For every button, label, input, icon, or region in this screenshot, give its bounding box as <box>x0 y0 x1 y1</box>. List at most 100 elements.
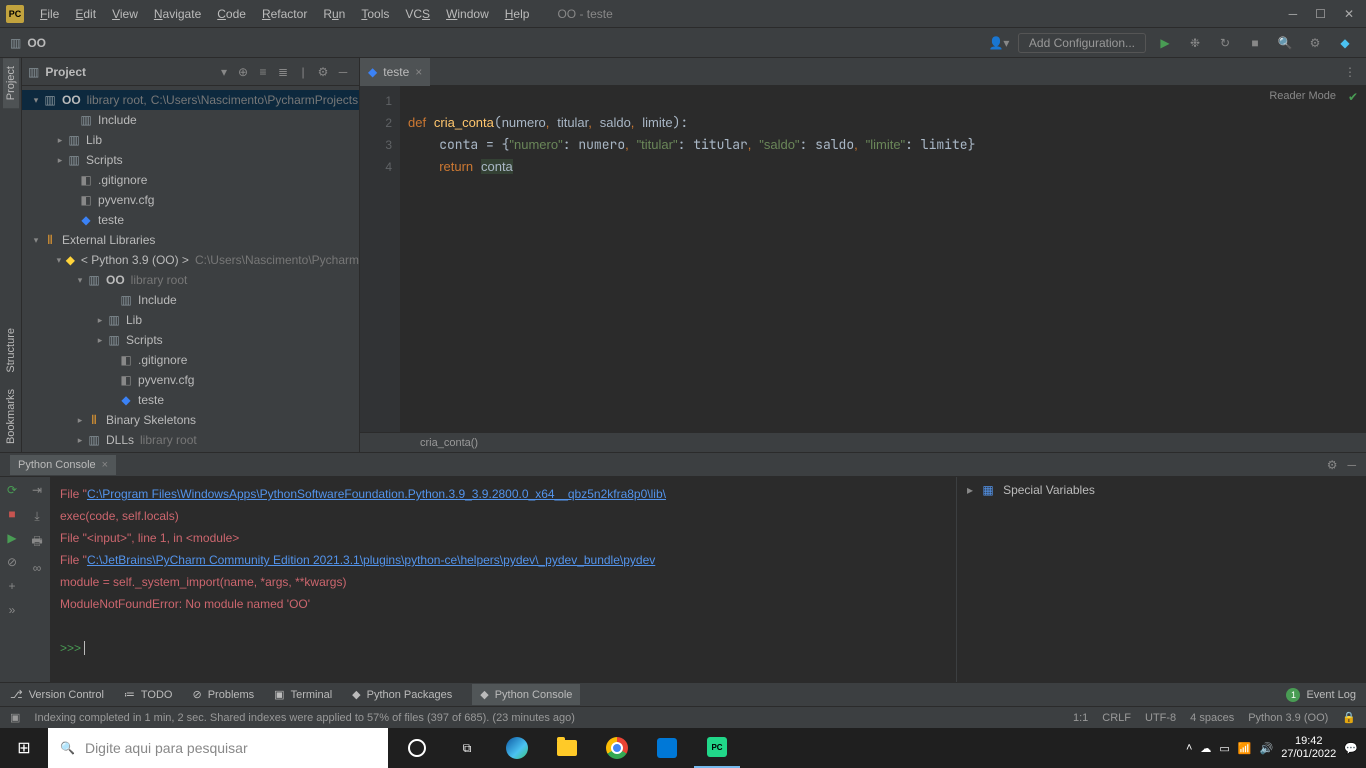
rerun-icon[interactable]: ⟳ <box>3 481 21 499</box>
maximize-button[interactable]: ☐ <box>1315 7 1326 21</box>
locate-icon[interactable]: ⊕ <box>233 65 253 79</box>
tray-chevron-icon[interactable]: ˄ <box>1186 742 1192 754</box>
menu-refactor[interactable]: Refactor <box>254 0 315 28</box>
tree-node-pyvenv[interactable]: ◧pyvenv.cfg <box>22 190 359 210</box>
dropdown-icon[interactable]: ▾ <box>221 65 227 79</box>
tray-battery-icon[interactable]: ▭ <box>1219 742 1229 755</box>
taskbar-search[interactable]: 🔍 Digite aqui para pesquisar <box>48 728 388 768</box>
tree-node-teste2[interactable]: ◆teste <box>22 390 359 410</box>
tree-settings-icon[interactable]: ⚙ <box>313 65 333 79</box>
editor-more-icon[interactable]: ⋮ <box>1344 65 1366 79</box>
new-console-icon[interactable]: + <box>3 577 21 595</box>
console-settings-icon[interactable]: ⚙ <box>1327 458 1338 472</box>
tree-node-scripts[interactable]: ▸▥Scripts <box>22 150 359 170</box>
stop-button[interactable]: ■ <box>1244 32 1266 54</box>
menu-navigate[interactable]: Navigate <box>146 0 209 28</box>
scroll-end-icon[interactable]: ⤓ <box>28 507 46 525</box>
run-button[interactable]: ▶ <box>1154 32 1176 54</box>
vscode-icon[interactable] <box>644 728 690 768</box>
soft-wrap-icon[interactable]: ⇥ <box>28 481 46 499</box>
menu-view[interactable]: View <box>104 0 146 28</box>
status-indent[interactable]: 4 spaces <box>1190 712 1234 724</box>
tree-node-gitignore[interactable]: ◧.gitignore <box>22 170 359 190</box>
tree-node-teste[interactable]: ◆teste <box>22 210 359 230</box>
tree-node-gitignore2[interactable]: ◧.gitignore <box>22 350 359 370</box>
expand-icon[interactable]: ≡ <box>253 65 273 79</box>
tray-volume-icon[interactable]: 🔊 <box>1260 742 1274 755</box>
menu-tools[interactable]: Tools <box>353 0 397 28</box>
tree-python-env[interactable]: ▾◆< Python 3.9 (OO) >C:\Users\Nascimento… <box>22 250 359 270</box>
tree-node-pyvenv2[interactable]: ◧pyvenv.cfg <box>22 370 359 390</box>
stop-icon[interactable]: ■ <box>3 505 21 523</box>
code-area[interactable]: def cria_conta(numero, titular, saldo, l… <box>400 86 1366 432</box>
show-vars-icon[interactable]: ∞ <box>28 559 46 577</box>
code-with-me-icon[interactable]: ◆ <box>1334 32 1356 54</box>
add-configuration-button[interactable]: Add Configuration... <box>1018 33 1146 53</box>
pycharm-taskbar-icon[interactable]: PC <box>694 728 740 768</box>
close-console-tab-icon[interactable]: × <box>102 459 108 471</box>
execute-icon[interactable]: ▶ <box>3 529 21 547</box>
tree-node-include[interactable]: ▥Include <box>22 110 359 130</box>
tab-problems[interactable]: ⊘Problems <box>192 688 254 701</box>
close-button[interactable]: ✕ <box>1344 7 1354 21</box>
chrome-icon[interactable] <box>594 728 640 768</box>
debug-button[interactable]: ❉ <box>1184 32 1206 54</box>
expand-vars-icon[interactable]: ▸ <box>967 483 973 497</box>
tab-event-log[interactable]: Event Log <box>1306 689 1356 701</box>
menu-window[interactable]: Window <box>438 0 497 28</box>
collapse-icon[interactable]: ≣ <box>273 65 293 79</box>
cortana-icon[interactable] <box>394 728 440 768</box>
tree-binary-skeletons[interactable]: ▸⫴Binary Skeletons <box>22 410 359 430</box>
tree-root[interactable]: ▾▥ OO library root, C:\Users\Nascimento\… <box>22 90 359 110</box>
breadcrumb-root[interactable]: OO <box>27 36 46 50</box>
menu-file[interactable]: File <box>32 0 67 28</box>
tool-tab-bookmarks[interactable]: Bookmarks <box>3 381 19 452</box>
editor-tab-teste[interactable]: ◆ teste × <box>360 58 430 86</box>
menu-edit[interactable]: Edit <box>67 0 104 28</box>
hide-panel-icon[interactable]: ─ <box>333 65 353 79</box>
status-line-sep[interactable]: CRLF <box>1102 712 1131 724</box>
tree-node-scripts2[interactable]: ▸▥Scripts <box>22 330 359 350</box>
special-variables-label[interactable]: Special Variables <box>1003 483 1095 497</box>
coverage-button[interactable]: ↻ <box>1214 32 1236 54</box>
status-line-col[interactable]: 1:1 <box>1073 712 1088 724</box>
menu-vcs[interactable]: VCS <box>397 0 438 28</box>
tree-dlls[interactable]: ▸▥DLLslibrary root <box>22 430 359 450</box>
status-encoding[interactable]: UTF-8 <box>1145 712 1176 724</box>
more-icon[interactable]: » <box>3 601 21 619</box>
status-tool-icon[interactable]: ▣ <box>10 711 20 724</box>
tab-python-console[interactable]: ◆Python Console <box>472 684 580 705</box>
console-output[interactable]: File "C:\Program Files\WindowsApps\Pytho… <box>50 477 956 682</box>
minimize-button[interactable]: ─ <box>1289 7 1298 21</box>
menu-help[interactable]: Help <box>497 0 538 28</box>
tray-wifi-icon[interactable]: 📶 <box>1238 742 1252 755</box>
settings-icon[interactable]: ⚙ <box>1304 32 1326 54</box>
tool-tab-structure[interactable]: Structure <box>3 320 19 381</box>
menu-code[interactable]: Code <box>209 0 254 28</box>
tab-terminal[interactable]: ▣Terminal <box>274 688 332 701</box>
tray-notifications-icon[interactable]: 💬 <box>1344 742 1358 755</box>
console-hide-icon[interactable]: ─ <box>1347 458 1356 472</box>
close-tab-icon[interactable]: × <box>415 65 422 79</box>
tab-todo[interactable]: ≔TODO <box>124 688 173 701</box>
reader-mode-label[interactable]: Reader Mode <box>1269 90 1336 102</box>
breadcrumb-fn[interactable]: cria_conta() <box>420 437 478 449</box>
search-icon[interactable]: 🔍 <box>1274 32 1296 54</box>
edge-icon[interactable] <box>494 728 540 768</box>
tree-external-libraries[interactable]: ▾⫴External Libraries <box>22 230 359 250</box>
inspections-icon[interactable]: ✔ <box>1348 90 1358 104</box>
start-button[interactable]: ⊞ <box>0 728 48 768</box>
console-tab-python[interactable]: Python Console× <box>10 455 116 475</box>
menu-run[interactable]: Run <box>315 0 353 28</box>
print-icon[interactable]: 🖶 <box>28 533 46 551</box>
tray-onedrive-icon[interactable]: ☁ <box>1200 742 1211 755</box>
tree-oo-lib[interactable]: ▾▥OOlibrary root <box>22 270 359 290</box>
tree-node-lib2[interactable]: ▸▥Lib <box>22 310 359 330</box>
tool-tab-project[interactable]: Project <box>3 58 19 108</box>
tree-node-include2[interactable]: ▥Include <box>22 290 359 310</box>
task-view-icon[interactable]: ⧉ <box>444 728 490 768</box>
tab-python-packages[interactable]: ◆Python Packages <box>352 688 452 701</box>
user-icon[interactable]: 👤▾ <box>988 32 1010 54</box>
explorer-icon[interactable] <box>544 728 590 768</box>
status-interpreter[interactable]: Python 3.9 (OO) <box>1248 712 1328 724</box>
